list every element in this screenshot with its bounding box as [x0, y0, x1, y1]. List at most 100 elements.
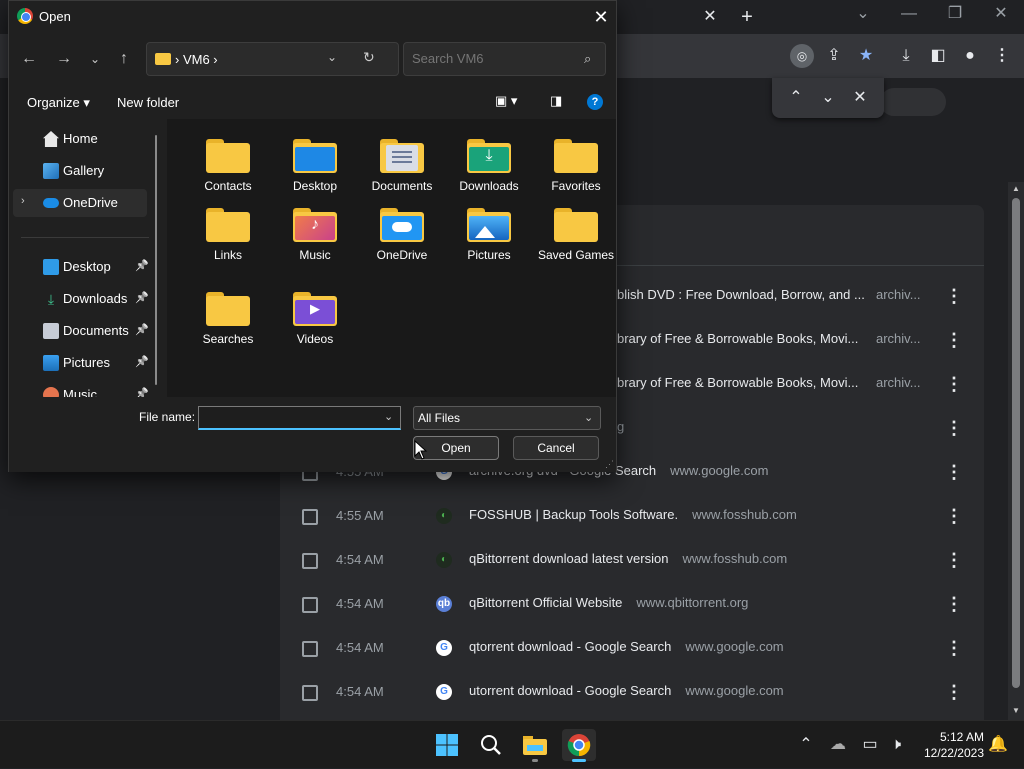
row-checkbox[interactable] [302, 553, 318, 569]
window-close-icon[interactable]: ✕ [989, 2, 1013, 26]
more-actions-icon[interactable]: ⋮ [944, 461, 964, 485]
find-next-icon[interactable]: ⌄ [816, 86, 840, 110]
tray-overflow-icon[interactable]: ⌃ [794, 733, 818, 757]
history-row[interactable]: 4:54 AM ◐ qBittorrent download latest vers… [280, 539, 984, 583]
refresh-icon[interactable]: ↻ [363, 49, 375, 66]
bookmark-star-icon[interactable]: ★ [854, 44, 878, 68]
network-icon[interactable]: ▭ [858, 733, 882, 757]
notification-bell-icon[interactable]: 🔔 [986, 733, 1010, 757]
folder-item-pictures[interactable]: Pictures [449, 196, 529, 266]
history-title-text[interactable]: utorrent download - Google Search [469, 683, 671, 698]
sidebar-scrollbar[interactable] [155, 135, 157, 385]
file-name-input[interactable] [203, 410, 373, 424]
history-row[interactable]: 4:55 AM ◐ FOSSHUB | Backup Tools Software.… [280, 495, 984, 539]
sidebar-item-documents[interactable]: Documents 📌 [13, 317, 149, 345]
folder-item-documents[interactable]: Documents [362, 127, 442, 197]
more-actions-icon[interactable]: ⋮ [944, 681, 964, 705]
history-title-text[interactable]: FOSSHUB | Backup Tools Software. [469, 507, 678, 522]
search-box[interactable]: ⌕ [403, 42, 606, 76]
file-explorer-button[interactable] [518, 729, 552, 762]
share-icon[interactable]: ⇪ [822, 44, 846, 68]
help-icon[interactable]: ? [587, 94, 603, 110]
preview-pane-icon[interactable]: ◨ [550, 93, 562, 109]
sidebar-item-downloads[interactable]: ⤓ Downloads 📌 [13, 285, 149, 313]
address-bar[interactable]: › VM6 › ⌄ ↻ [146, 42, 399, 76]
resize-grip-icon[interactable]: ⋰ [605, 459, 614, 470]
address-dropdown-icon[interactable]: ⌄ [327, 50, 337, 64]
more-actions-icon[interactable]: ⋮ [944, 373, 964, 397]
history-title[interactable]: qtorrent download - Google Search www.goo… [469, 639, 784, 654]
history-row[interactable]: 4:54 AM qb qBittorrent Official Website www… [280, 583, 984, 627]
cancel-button[interactable]: Cancel [513, 436, 599, 460]
history-title[interactable]: qBittorrent download latest version www.f… [469, 551, 787, 566]
folder-item-music[interactable]: ♪ Music [275, 196, 355, 266]
restore-icon[interactable]: ❐ [943, 2, 967, 26]
folder-item-desktop[interactable]: Desktop [275, 127, 355, 197]
file-name-combobox[interactable]: ⌄ [198, 406, 401, 430]
side-panel-icon[interactable]: ◧ [926, 44, 950, 68]
file-name-dropdown-icon[interactable]: ⌄ [384, 410, 393, 423]
history-row-partial[interactable]: brary of Free & Borrowable Books, Movi..… [617, 363, 984, 407]
row-checkbox[interactable] [302, 641, 318, 657]
dialog-close-button[interactable]: ✕ [589, 5, 613, 29]
sidebar-item-onedrive[interactable]: › OneDrive [13, 189, 147, 217]
tab-close-icon[interactable]: ✕ [698, 5, 722, 29]
row-checkbox[interactable] [302, 509, 318, 525]
taskbar-clock[interactable]: 5:12 AM 12/22/2023 [914, 729, 984, 761]
start-button[interactable] [430, 729, 464, 761]
history-title-text[interactable]: qBittorrent download latest version [469, 551, 668, 566]
history-title[interactable]: brary of Free & Borrowable Books, Movi..… [617, 331, 858, 346]
more-actions-icon[interactable]: ⋮ [944, 593, 964, 617]
onedrive-tray-icon[interactable]: ☁ [826, 733, 850, 757]
minimize-icon[interactable]: — [897, 2, 921, 26]
new-folder-button[interactable]: New folder [117, 95, 179, 110]
row-checkbox[interactable] [302, 685, 318, 701]
lens-icon[interactable]: ◎ [790, 44, 814, 68]
folder-item-videos[interactable]: ▶ Videos [275, 280, 355, 350]
history-row-partial[interactable]: brary of Free & Borrowable Books, Movi..… [617, 319, 984, 363]
download-icon[interactable]: ⤓ [894, 44, 918, 68]
find-input-pill[interactable] [880, 88, 946, 116]
history-scroll-thumb[interactable] [1012, 198, 1020, 688]
folder-item-searches[interactable]: Searches [188, 280, 268, 350]
history-title[interactable]: FOSSHUB | Backup Tools Software. www.foss… [469, 507, 797, 522]
scroll-down-icon[interactable]: ▼ [1012, 706, 1020, 715]
history-row[interactable]: 4:54 AM Gqtorrent download - Google Searc… [280, 627, 984, 671]
folder-item-onedrive[interactable]: OneDrive [362, 196, 442, 266]
back-arrow-icon[interactable]: ← [17, 47, 41, 71]
folder-item-downloads[interactable]: ⤓ Downloads [449, 127, 529, 197]
search-input[interactable] [412, 51, 582, 66]
history-title[interactable]: brary of Free & Borrowable Books, Movi..… [617, 375, 858, 390]
tab-search-icon[interactable]: ⌄ [851, 2, 875, 26]
forward-arrow-icon[interactable]: → [52, 47, 76, 71]
volume-icon[interactable]: 🕨 [884, 733, 908, 757]
taskbar-search-button[interactable] [474, 729, 508, 761]
more-actions-icon[interactable]: ⋮ [944, 505, 964, 529]
more-actions-icon[interactable]: ⋮ [944, 417, 964, 441]
address-segment[interactable]: VM6 [183, 52, 210, 67]
expand-chevron-icon[interactable]: › [21, 195, 25, 207]
sidebar-item-gallery[interactable]: Gallery [13, 157, 147, 185]
history-row[interactable]: 4:54 AM Gutorrent download - Google Searc… [280, 671, 984, 715]
row-checkbox[interactable] [302, 597, 318, 613]
folder-item-contacts[interactable]: Contacts [188, 127, 268, 197]
history-title[interactable]: qBittorrent Official Website www.qbittorr… [469, 595, 748, 610]
dialog-titlebar[interactable]: Open ✕ [9, 1, 616, 33]
history-title-text[interactable]: qtorrent download - Google Search [469, 639, 671, 654]
new-tab-icon[interactable]: + [735, 5, 759, 29]
history-title[interactable]: blish DVD : Free Download, Borrow, and .… [617, 287, 865, 302]
sidebar-item-home[interactable]: Home [13, 125, 147, 153]
more-actions-icon[interactable]: ⋮ [944, 549, 964, 573]
more-actions-icon[interactable]: ⋮ [944, 637, 964, 661]
menu-icon[interactable]: ⋮ [990, 44, 1014, 68]
find-close-icon[interactable]: ✕ [848, 86, 872, 110]
more-actions-icon[interactable]: ⋮ [944, 329, 964, 353]
profile-icon[interactable]: ● [958, 44, 982, 68]
organize-button[interactable]: Organize ▾ [27, 95, 90, 111]
up-arrow-icon[interactable]: ↑ [112, 47, 136, 71]
history-row-partial[interactable]: blish DVD : Free Download, Borrow, and .… [617, 275, 984, 319]
recent-locations-chevron-icon[interactable]: ⌄ [83, 47, 107, 71]
history-title[interactable]: utorrent download - Google Search www.goo… [469, 683, 784, 698]
history-title[interactable]: g [617, 419, 624, 434]
more-actions-icon[interactable]: ⋮ [944, 285, 964, 309]
